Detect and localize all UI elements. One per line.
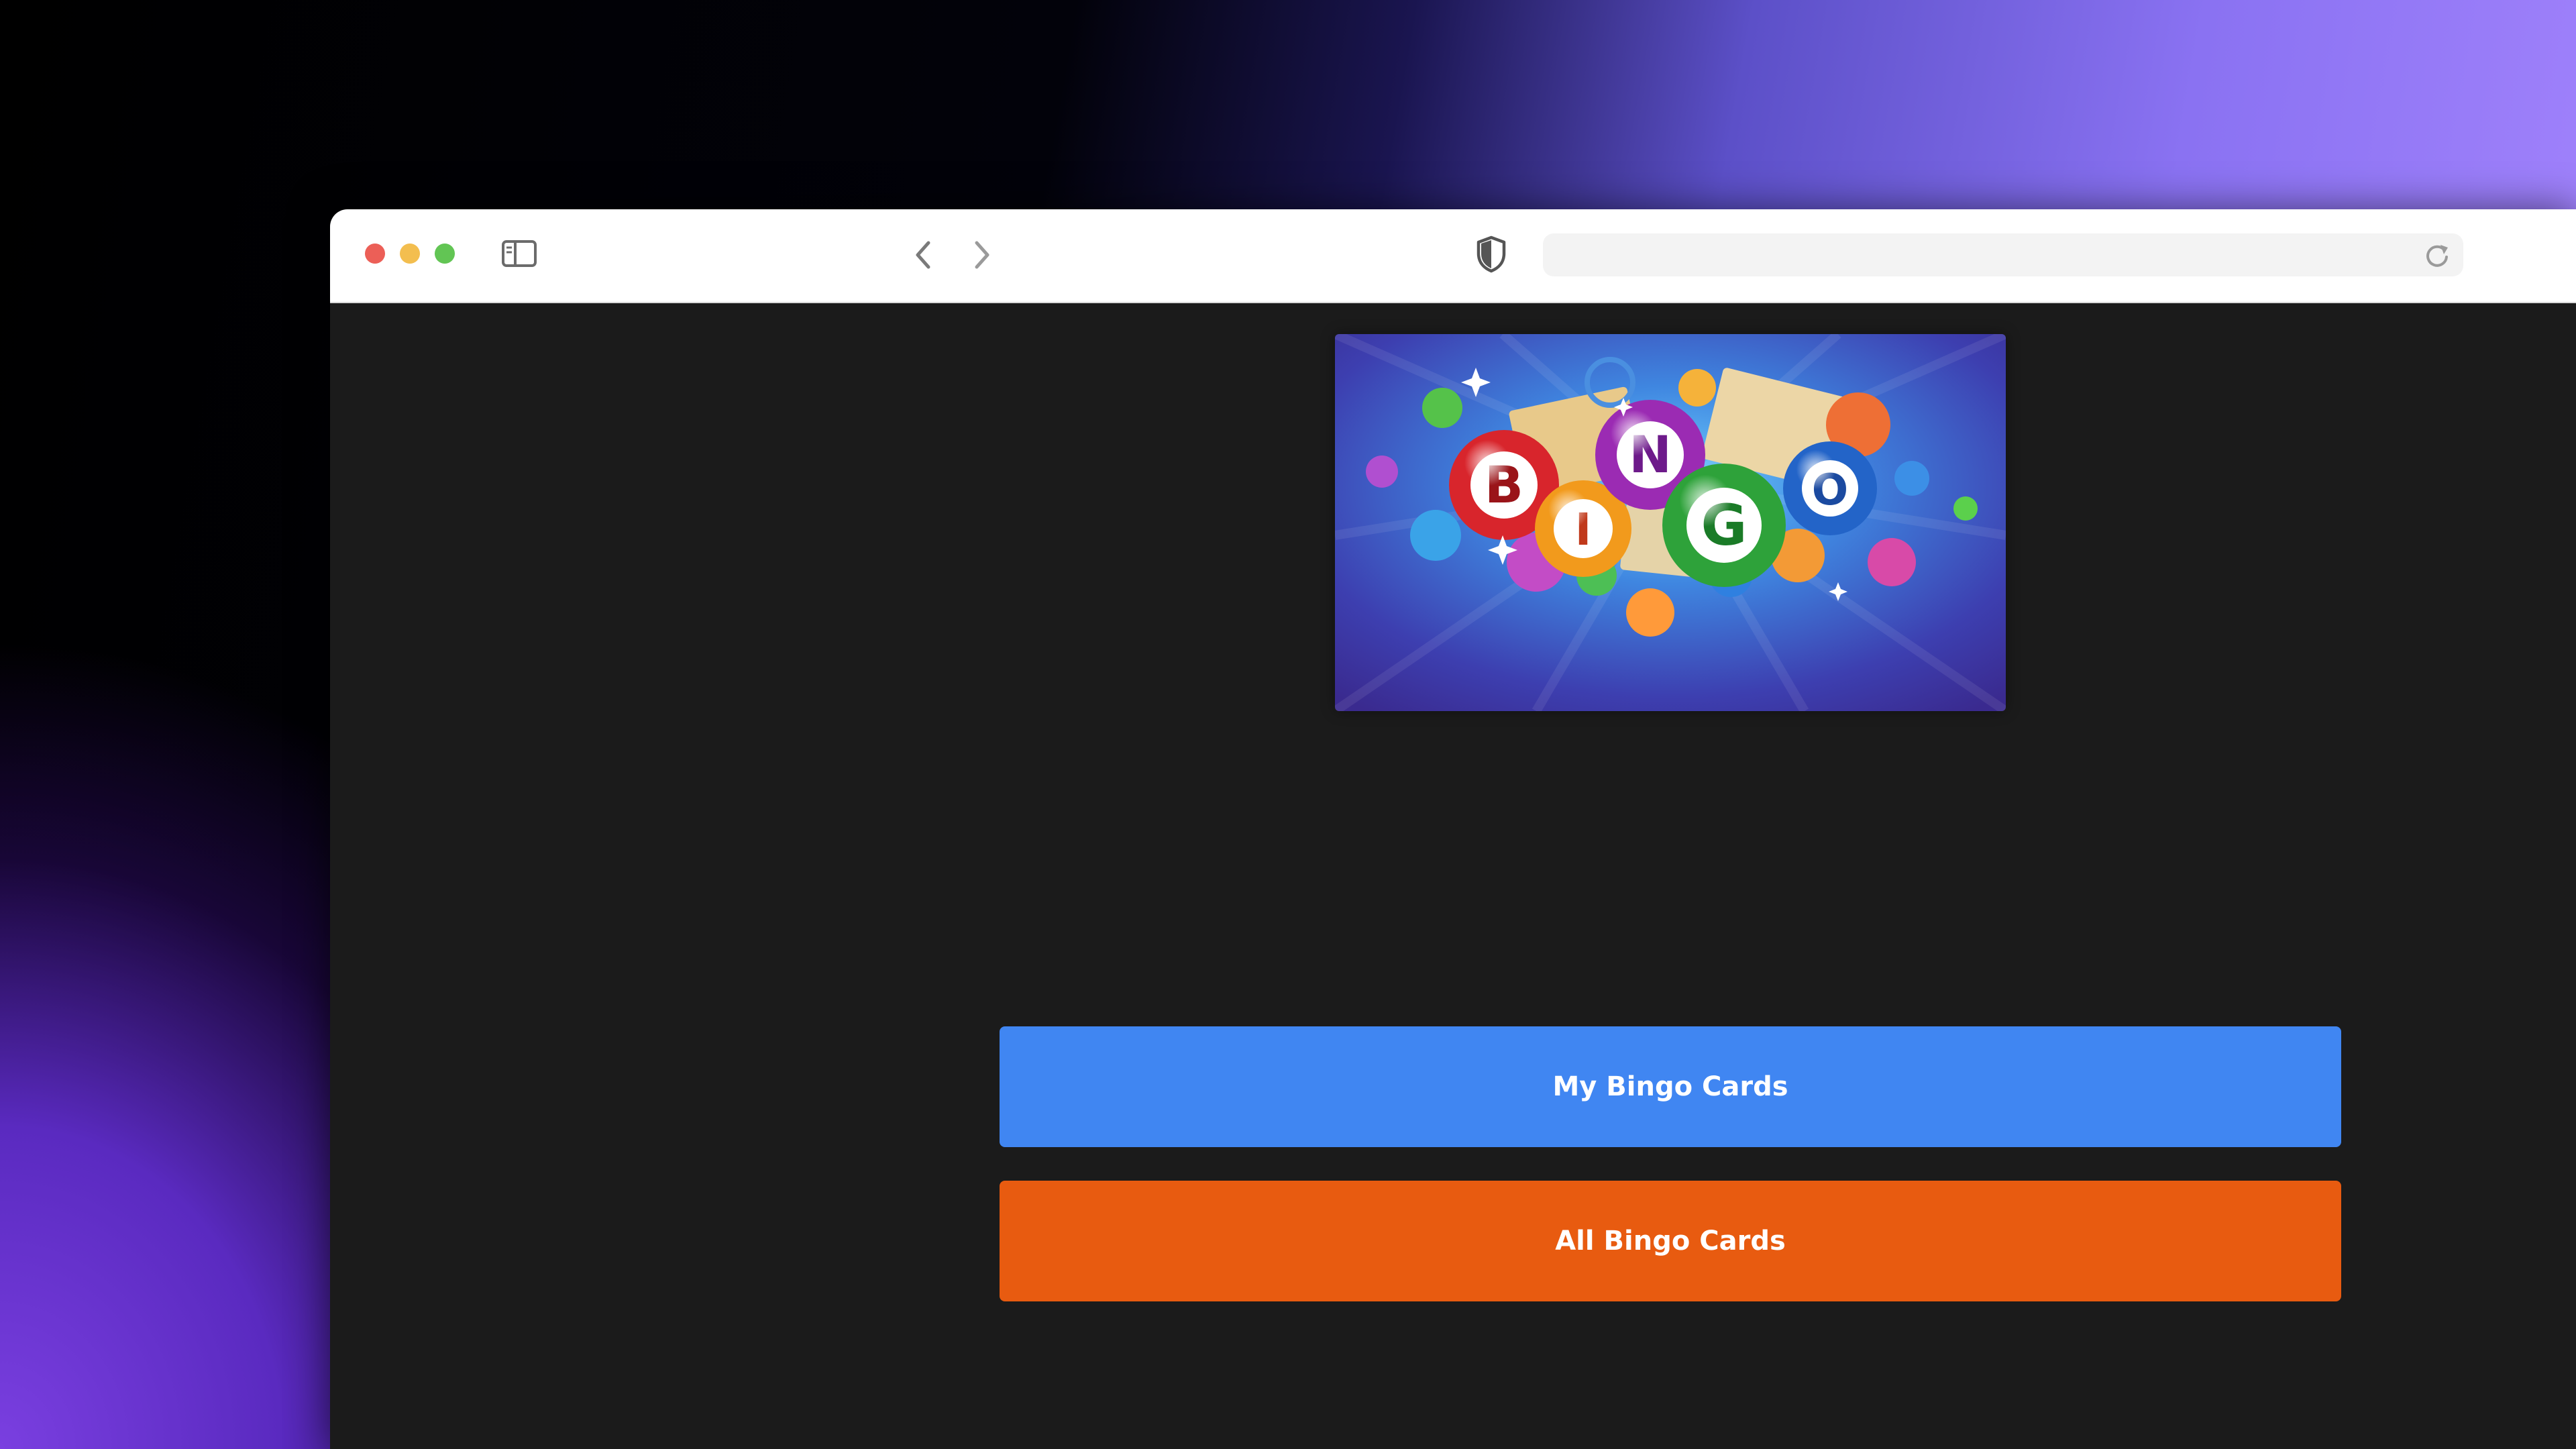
browser-toolbar <box>330 209 2576 303</box>
browser-window: B I N G <box>330 209 2576 1449</box>
desktop-background: B I N G <box>0 0 2576 1449</box>
chevron-right-icon[interactable] <box>965 236 998 274</box>
close-window-button[interactable] <box>365 244 385 264</box>
sidebar-toggle-icon[interactable] <box>500 237 538 270</box>
bingo-banner-image: B I N G <box>1335 334 2006 711</box>
page-content: B I N G <box>330 303 2576 1449</box>
chevron-left-icon[interactable] <box>907 236 941 274</box>
my-bingo-cards-button[interactable]: My Bingo Cards <box>1000 1026 2341 1147</box>
minimize-window-button[interactable] <box>400 244 420 264</box>
zoom-window-button[interactable] <box>435 244 455 264</box>
address-bar[interactable] <box>1543 233 2463 276</box>
all-bingo-cards-button[interactable]: All Bingo Cards <box>1000 1181 2341 1301</box>
reload-icon[interactable] <box>2420 239 2454 272</box>
shield-icon[interactable] <box>1474 235 1508 274</box>
